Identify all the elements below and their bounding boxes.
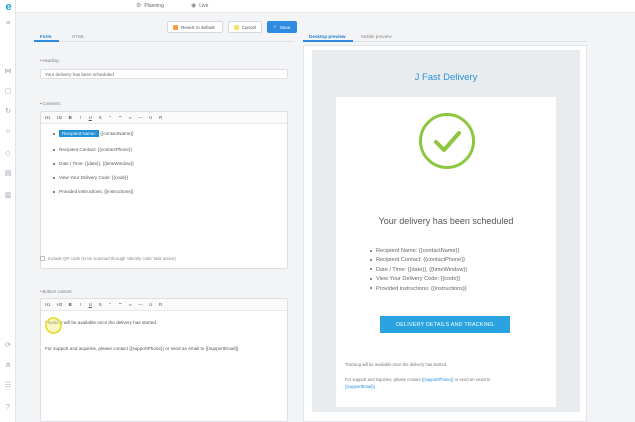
- nav-live-label: Live: [199, 2, 209, 9]
- bottom-field-label: •Bottom content:: [40, 289, 73, 294]
- preview-tracking-note: Tracking will be available once the deli…: [345, 362, 448, 367]
- bold-button[interactable]: B: [68, 302, 72, 307]
- contents-line: Date / Time: {{date}}, {{timeWindow}}: [53, 161, 134, 166]
- document-icon[interactable]: ▤: [4, 170, 12, 178]
- help-icon[interactable]: ?: [4, 404, 12, 412]
- check-icon: ✓: [273, 24, 277, 29]
- left-tab-underline: [34, 40, 294, 42]
- qr-code-option[interactable]: Include QR code (to be scanned through '…: [40, 256, 176, 261]
- tag-icon[interactable]: ◇: [4, 150, 12, 158]
- preview-list-item: Date / Time: {{date}}, {{timeWindow}}: [370, 266, 467, 275]
- divider-button[interactable]: —: [138, 115, 142, 120]
- sync-icon[interactable]: ↻: [4, 108, 12, 116]
- link-icon[interactable]: ∞: [128, 302, 132, 307]
- preview-list-item: Recipient Contact: {{contactPhone}}: [370, 256, 467, 265]
- contents-line: Recipient Name: {{contactName}}: [53, 130, 133, 137]
- contents-line: Recipient Contact: {{contactPhone}}: [53, 147, 132, 152]
- left-sidebar: e ≡ ⋈ ▢ ↻ ☺ ◇ ▤ ▥ ⟳ ⋔ ☷ ?: [0, 0, 16, 422]
- h2-button[interactable]: H2: [57, 115, 63, 120]
- quote-button[interactable]: ": [108, 115, 112, 120]
- cancel-icon: [234, 24, 239, 30]
- revert-button[interactable]: Revert to default: [167, 21, 223, 33]
- refresh-icon[interactable]: ⟳: [4, 342, 12, 350]
- undo-button[interactable]: U: [149, 302, 153, 307]
- redo-button[interactable]: R: [159, 115, 163, 120]
- users-icon[interactable]: ☺: [4, 128, 12, 136]
- italic-button[interactable]: I: [78, 115, 82, 120]
- right-tab-underline: [303, 40, 587, 42]
- strike-button[interactable]: S: [98, 302, 102, 307]
- underline-button[interactable]: U: [88, 302, 92, 307]
- checkmark-circle-icon: [419, 113, 475, 169]
- preview-heading: Your delivery has been scheduled: [378, 216, 514, 226]
- preview-support-email: {{supportEmail}}: [345, 384, 375, 389]
- cancel-button[interactable]: Cancel: [228, 21, 262, 33]
- save-label: Save: [279, 24, 291, 30]
- nav-planning-label: Planning: [144, 2, 164, 9]
- strike-button[interactable]: S: [98, 115, 102, 120]
- underline-button[interactable]: U: [88, 115, 92, 120]
- preview-list-item: Recipient Name: {{contactName}}: [370, 247, 467, 256]
- contents-editor[interactable]: H1 H2 B I U S " "" ∞ — U R Recipient Nam…: [40, 111, 288, 269]
- qr-label: Include QR code (to be scanned through '…: [48, 256, 176, 261]
- italic-button[interactable]: I: [78, 302, 82, 307]
- form-panel: •Heading: Your delivery has been schedul…: [34, 45, 294, 422]
- h1-button[interactable]: H1: [45, 115, 51, 120]
- revert-label: Revert to default: [181, 24, 215, 30]
- h2-button[interactable]: H2: [57, 302, 63, 307]
- heading-field-label: •Heading:: [40, 58, 60, 63]
- live-icon: ◉: [191, 3, 197, 9]
- bottom-line-support: For support and inquiries, please contac…: [45, 346, 239, 351]
- contents-line: View Your Delivery Code: {{code}}: [53, 175, 128, 180]
- redo-button[interactable]: R: [159, 302, 163, 307]
- delivery-tracking-button[interactable]: DELIVERY DETAILS AND TRACKING: [380, 316, 510, 333]
- nav-live[interactable]: ◉ Live: [191, 2, 209, 10]
- email-card: Your delivery has been scheduled Recipie…: [336, 97, 556, 407]
- nav-planning[interactable]: ⚙ Planning: [136, 2, 164, 10]
- qr-checkbox[interactable]: [40, 256, 45, 261]
- revert-icon: [173, 24, 178, 30]
- team-icon[interactable]: ☷: [4, 382, 12, 390]
- bottom-toolbar: H1 H2 B I U S " "" ∞ — U R: [41, 299, 287, 311]
- app-logo[interactable]: e: [3, 2, 14, 13]
- top-bar: ⚙ Planning ◉ Live: [16, 0, 635, 13]
- code-button[interactable]: "": [118, 302, 122, 307]
- desktop-preview-panel: J Fast Delivery Your delivery has been s…: [303, 45, 587, 422]
- cancel-label: Cancel: [241, 24, 256, 30]
- link-icon[interactable]: ∞: [128, 115, 132, 120]
- preview-list-item: Provided instructions: {{instructions}}: [370, 285, 467, 294]
- contents-toolbar: H1 H2 B I U S " "" ∞ — U R: [41, 112, 287, 124]
- preview-support-text: For support and inquiries, please contac…: [345, 377, 491, 382]
- routes-icon[interactable]: ⋈: [4, 68, 12, 76]
- contents-field-label: •Contents:: [40, 101, 61, 106]
- planning-icon: ⚙: [136, 3, 142, 9]
- support-email-link[interactable]: {{supportEmail}}: [345, 384, 375, 389]
- email-background: J Fast Delivery Your delivery has been s…: [312, 50, 580, 412]
- contents-line: Provided instructions: {{instructions}}: [53, 189, 134, 194]
- undo-button[interactable]: U: [149, 115, 153, 120]
- checkmark-icon: [434, 131, 461, 152]
- chart-icon[interactable]: ▥: [4, 192, 12, 200]
- support-phone-link[interactable]: {{supportPhone}}: [422, 377, 454, 382]
- network-icon[interactable]: ⋔: [4, 362, 12, 370]
- preview-company-title: J Fast Delivery: [414, 72, 478, 83]
- bold-button[interactable]: B: [68, 115, 72, 120]
- cursor-highlight: [45, 317, 62, 334]
- code-button[interactable]: "": [118, 115, 122, 120]
- box-icon[interactable]: ▢: [4, 88, 12, 96]
- preview-details-list: Recipient Name: {{contactName}} Recipien…: [370, 247, 467, 294]
- h1-button[interactable]: H1: [45, 302, 51, 307]
- bottom-editor[interactable]: H1 H2 B I U S " "" ∞ — U R Tracking will…: [40, 298, 288, 422]
- preview-list-item: View Your Delivery Code: {{code}}: [370, 275, 467, 284]
- heading-input[interactable]: Your delivery has been scheduled: [40, 69, 288, 79]
- divider-button[interactable]: —: [138, 302, 142, 307]
- quote-button[interactable]: ": [108, 302, 112, 307]
- save-button[interactable]: ✓ Save: [267, 21, 297, 33]
